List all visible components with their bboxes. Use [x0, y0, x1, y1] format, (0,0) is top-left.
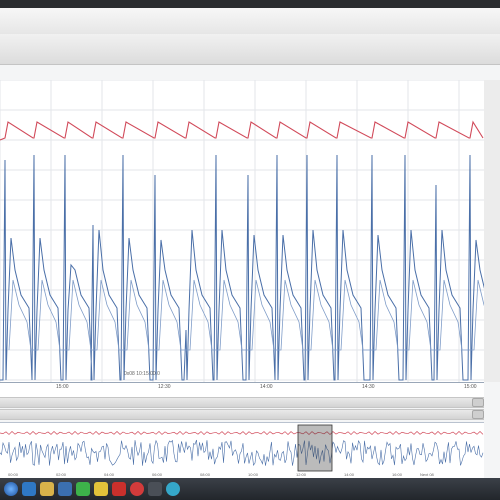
- cursor-readout: 0x08 10:15:00.0: [124, 371, 160, 377]
- pdf-icon[interactable]: [112, 482, 126, 496]
- explorer-icon[interactable]: [40, 482, 54, 496]
- ie-icon[interactable]: [22, 482, 36, 496]
- x-tick-label: 15:00: [56, 384, 69, 390]
- overview-tick-label: 14:00: [344, 472, 355, 477]
- main-chart-svg: [0, 79, 498, 382]
- overview-tick-label: 16:00: [392, 472, 403, 477]
- overview-tick-label: 06:00: [152, 472, 163, 477]
- overview-tick-label: 04:00: [104, 472, 115, 477]
- zoom-scrollbar[interactable]: [0, 409, 484, 420]
- overview-tick-label: 10:00: [248, 472, 259, 477]
- chart-side-panel: [484, 80, 500, 382]
- overview-tick-label: 00:00: [8, 472, 19, 477]
- overview-tick-label: 08:00: [200, 472, 211, 477]
- x-tick-label: 14:30: [362, 384, 375, 390]
- scroll-right-button[interactable]: [472, 398, 484, 407]
- start-icon[interactable]: [4, 482, 18, 496]
- overview-chart[interactable]: [0, 422, 484, 473]
- x-tick-label: 12:30: [158, 384, 171, 390]
- toolbar: [0, 34, 500, 65]
- x-tick-label: 14:00: [260, 384, 273, 390]
- media-icon[interactable]: [58, 482, 72, 496]
- app-green-icon[interactable]: [76, 482, 90, 496]
- app-cyan-icon[interactable]: [166, 482, 180, 496]
- app-dark-icon[interactable]: [148, 482, 162, 496]
- taskbar: [0, 478, 500, 500]
- overview-tick-label: Next 08: [420, 472, 434, 477]
- overview-series-blue: [0, 439, 484, 466]
- title-bar: [0, 8, 500, 35]
- main-chart[interactable]: [0, 79, 498, 382]
- overview-tick-label: 02:00: [56, 472, 67, 477]
- zoom-button[interactable]: [472, 410, 484, 419]
- overview-chart-svg: [0, 424, 484, 472]
- x-tick-label: 15:00: [464, 384, 477, 390]
- main-x-axis: 15:00 12:30 14:00 14:30 15:00: [0, 382, 484, 397]
- overview-tick-label: 12:00: [296, 472, 307, 477]
- overview-selection-window: [297, 424, 333, 472]
- horizontal-scrollbar[interactable]: [0, 397, 484, 408]
- app-yellow-icon[interactable]: [94, 482, 108, 496]
- app-red-icon[interactable]: [130, 482, 144, 496]
- series-line-blue: [0, 154, 498, 381]
- application-window: 15:00 12:30 14:00 14:30 15:00 0x08 10:15…: [0, 8, 500, 478]
- series-line-red: [0, 120, 484, 141]
- overview-series-red: [0, 431, 484, 435]
